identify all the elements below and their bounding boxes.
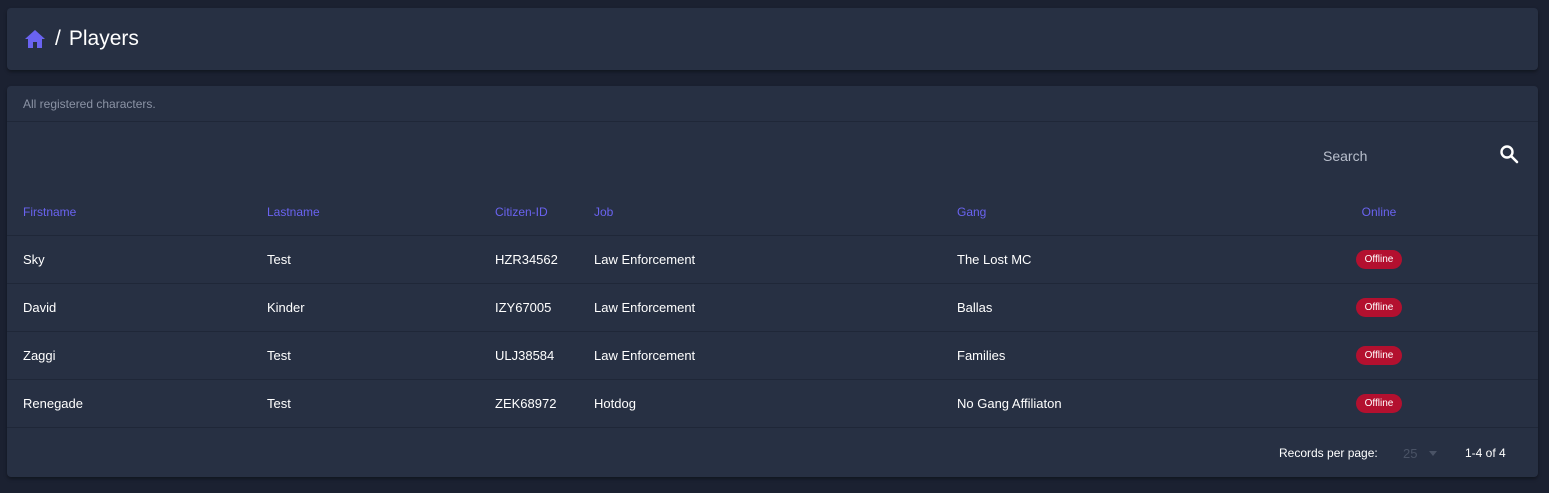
- cell-online: Offline: [1329, 331, 1429, 380]
- cell-lastname: Test: [251, 331, 479, 380]
- column-header-lastname[interactable]: Lastname: [251, 190, 479, 236]
- cell-citizen-id: HZR34562: [479, 235, 578, 284]
- records-per-page-value: 25: [1403, 446, 1418, 461]
- cell-online: Offline: [1329, 283, 1429, 332]
- search-icon[interactable]: [1499, 144, 1519, 164]
- table-row[interactable]: David Kinder IZY67005 Law Enforcement Ba…: [7, 283, 1538, 332]
- card-subtitle: All registered characters.: [7, 86, 1538, 122]
- status-badge: Offline: [1355, 297, 1403, 317]
- cell-citizen-id: ULJ38584: [479, 331, 578, 380]
- table-row[interactable]: Renegade Test ZEK68972 Hotdog No Gang Af…: [7, 379, 1538, 428]
- cell-lastname: Kinder: [251, 283, 479, 332]
- records-per-page-label: Records per page:: [1279, 445, 1378, 460]
- cell-gang: The Lost MC: [941, 235, 1329, 284]
- cell-firstname: Zaggi: [7, 331, 251, 380]
- cell-online: Offline: [1329, 235, 1429, 284]
- cell-citizen-id: ZEK68972: [479, 379, 578, 428]
- cell-firstname: David: [7, 283, 251, 332]
- table-header-row: Firstname Lastname Citizen-ID Job Gang O…: [7, 190, 1538, 236]
- cell-job: Hotdog: [578, 379, 941, 428]
- players-card: All registered characters. Firstname Las…: [7, 86, 1538, 477]
- breadcrumb-separator: /: [55, 27, 61, 50]
- status-badge: Offline: [1355, 393, 1403, 413]
- chevron-down-icon: [1429, 451, 1438, 456]
- cell-job: Law Enforcement: [578, 235, 941, 284]
- cell-gang: Ballas: [941, 283, 1329, 332]
- home-icon[interactable]: [23, 27, 47, 51]
- column-header-job[interactable]: Job: [578, 190, 941, 236]
- column-header-firstname[interactable]: Firstname: [7, 190, 251, 236]
- table-row[interactable]: Zaggi Test ULJ38584 Law Enforcement Fami…: [7, 331, 1538, 380]
- cell-online: Offline: [1329, 379, 1429, 428]
- status-badge: Offline: [1355, 345, 1403, 365]
- pagination-range: 1-4 of 4: [1465, 445, 1506, 460]
- cell-firstname: Renegade: [7, 379, 251, 428]
- cell-lastname: Test: [251, 379, 479, 428]
- table-footer: Records per page: 25 1-4 of 4: [7, 428, 1538, 478]
- cell-citizen-id: IZY67005: [479, 283, 578, 332]
- cell-lastname: Test: [251, 235, 479, 284]
- cell-gang: No Gang Affiliaton: [941, 379, 1329, 428]
- search-row: [7, 122, 1538, 190]
- cell-job: Law Enforcement: [578, 283, 941, 332]
- search-input[interactable]: [1323, 144, 1498, 168]
- page-title: Players: [68, 27, 139, 50]
- records-per-page-select[interactable]: 25: [1403, 444, 1439, 464]
- column-header-gang[interactable]: Gang: [941, 190, 1329, 236]
- column-header-spacer: [1429, 190, 1538, 236]
- column-header-citizen-id[interactable]: Citizen-ID: [479, 190, 578, 236]
- column-header-online[interactable]: Online: [1329, 190, 1429, 236]
- cell-firstname: Sky: [7, 235, 251, 284]
- cell-gang: Families: [941, 331, 1329, 380]
- table-row[interactable]: Sky Test HZR34562 Law Enforcement The Lo…: [7, 235, 1538, 284]
- cell-job: Law Enforcement: [578, 331, 941, 380]
- players-table: Firstname Lastname Citizen-ID Job Gang O…: [7, 190, 1538, 428]
- status-badge: Offline: [1355, 249, 1403, 269]
- breadcrumb-bar: / Players: [7, 8, 1538, 70]
